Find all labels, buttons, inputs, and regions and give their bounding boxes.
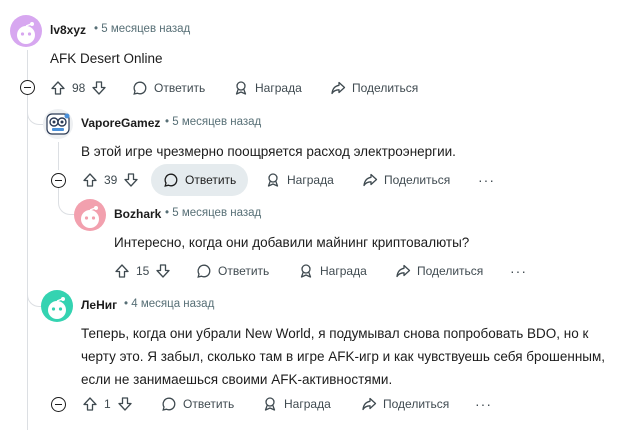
- downvote-icon[interactable]: [155, 263, 171, 279]
- upvote-icon[interactable]: [114, 263, 130, 279]
- avatar[interactable]: [43, 109, 73, 139]
- vote-count: 39: [104, 173, 118, 187]
- thread-line-vaporegamez: [58, 142, 59, 170]
- award-icon: [298, 263, 314, 279]
- more-options-button[interactable]: ···: [478, 164, 495, 196]
- award-button[interactable]: Награда: [298, 255, 367, 287]
- downvote-icon[interactable]: [91, 80, 107, 96]
- comment-text: Интересно, когда они добавили майнинг кр…: [114, 235, 470, 250]
- comment-timestamp: • 5 месяцев назад: [165, 116, 262, 128]
- share-button[interactable]: Поделиться: [361, 388, 449, 420]
- collapse-thread-button[interactable]: [51, 397, 66, 412]
- vote-controls: 15: [114, 255, 171, 287]
- share-icon: [330, 80, 346, 96]
- comment-author[interactable]: ЛеНиг: [81, 298, 117, 312]
- upvote-icon[interactable]: [82, 172, 98, 188]
- comment-bubble-icon: [163, 172, 179, 188]
- reply-button[interactable]: Ответить: [151, 164, 249, 196]
- award-icon: [265, 172, 281, 188]
- share-icon: [362, 172, 378, 188]
- vote-controls: 39: [82, 164, 139, 196]
- comment-author[interactable]: lv8xyz: [50, 23, 86, 37]
- avatar[interactable]: [74, 199, 106, 231]
- comment-timestamp: • 5 месяцев назад: [165, 207, 262, 219]
- award-icon: [233, 80, 249, 96]
- comment-text: AFK Desert Online: [50, 51, 163, 66]
- upvote-icon[interactable]: [50, 80, 66, 96]
- comment-author[interactable]: Bozhark: [114, 207, 161, 221]
- more-options-button[interactable]: ···: [475, 388, 492, 420]
- vote-count: 15: [136, 264, 150, 278]
- snoo-avatar-icon: [17, 22, 35, 44]
- comment-bubble-icon: [161, 396, 177, 412]
- share-button[interactable]: Поделиться: [362, 164, 450, 196]
- award-button[interactable]: Награда: [262, 388, 331, 420]
- reply-button[interactable]: Ответить: [132, 72, 205, 104]
- thread-elbow-lenig: [27, 280, 42, 307]
- thread-elbow-bozhark: [58, 187, 74, 215]
- share-button[interactable]: Поделиться: [330, 72, 418, 104]
- snoo-avatar-icon: [81, 206, 99, 228]
- award-button[interactable]: Награда: [265, 164, 334, 196]
- thread-elbow-vaporegamez: [27, 100, 44, 125]
- reply-button[interactable]: Ответить: [196, 255, 269, 287]
- award-button[interactable]: Награда: [233, 72, 302, 104]
- downvote-icon[interactable]: [123, 172, 139, 188]
- comment-text: В этой игре чрезмерно поощряется расход …: [81, 144, 456, 159]
- avatar[interactable]: [41, 290, 73, 322]
- collapse-thread-button[interactable]: [20, 80, 35, 95]
- share-icon: [361, 396, 377, 412]
- upvote-icon[interactable]: [82, 396, 98, 412]
- comment-author[interactable]: VaporeGamez: [81, 116, 160, 130]
- custom-avatar-icon: [46, 113, 70, 135]
- avatar[interactable]: [10, 15, 42, 47]
- comment-text-line: черту это. Я забыл, сколько там в игре A…: [81, 349, 606, 364]
- reply-button[interactable]: Ответить: [161, 388, 234, 420]
- comment-text: Теперь, когда они убрали New World, я по…: [81, 322, 620, 391]
- share-icon: [395, 263, 411, 279]
- snoo-avatar-icon: [48, 297, 66, 319]
- comment-bubble-icon: [132, 80, 148, 96]
- comment-bubble-icon: [196, 263, 212, 279]
- comment-timestamp: • 4 месяца назад: [124, 298, 215, 310]
- award-icon: [262, 396, 278, 412]
- vote-controls: 98: [50, 72, 107, 104]
- vote-count: 1: [104, 397, 111, 411]
- downvote-icon[interactable]: [117, 396, 133, 412]
- more-options-button[interactable]: ···: [510, 255, 527, 287]
- comment-timestamp: • 5 месяцев назад: [94, 23, 191, 35]
- comment-text-line: Теперь, когда они убрали New World, я по…: [81, 326, 589, 341]
- collapse-thread-button[interactable]: [51, 173, 66, 188]
- share-button[interactable]: Поделиться: [395, 255, 483, 287]
- vote-count: 98: [72, 81, 86, 95]
- vote-controls: 1: [82, 388, 133, 420]
